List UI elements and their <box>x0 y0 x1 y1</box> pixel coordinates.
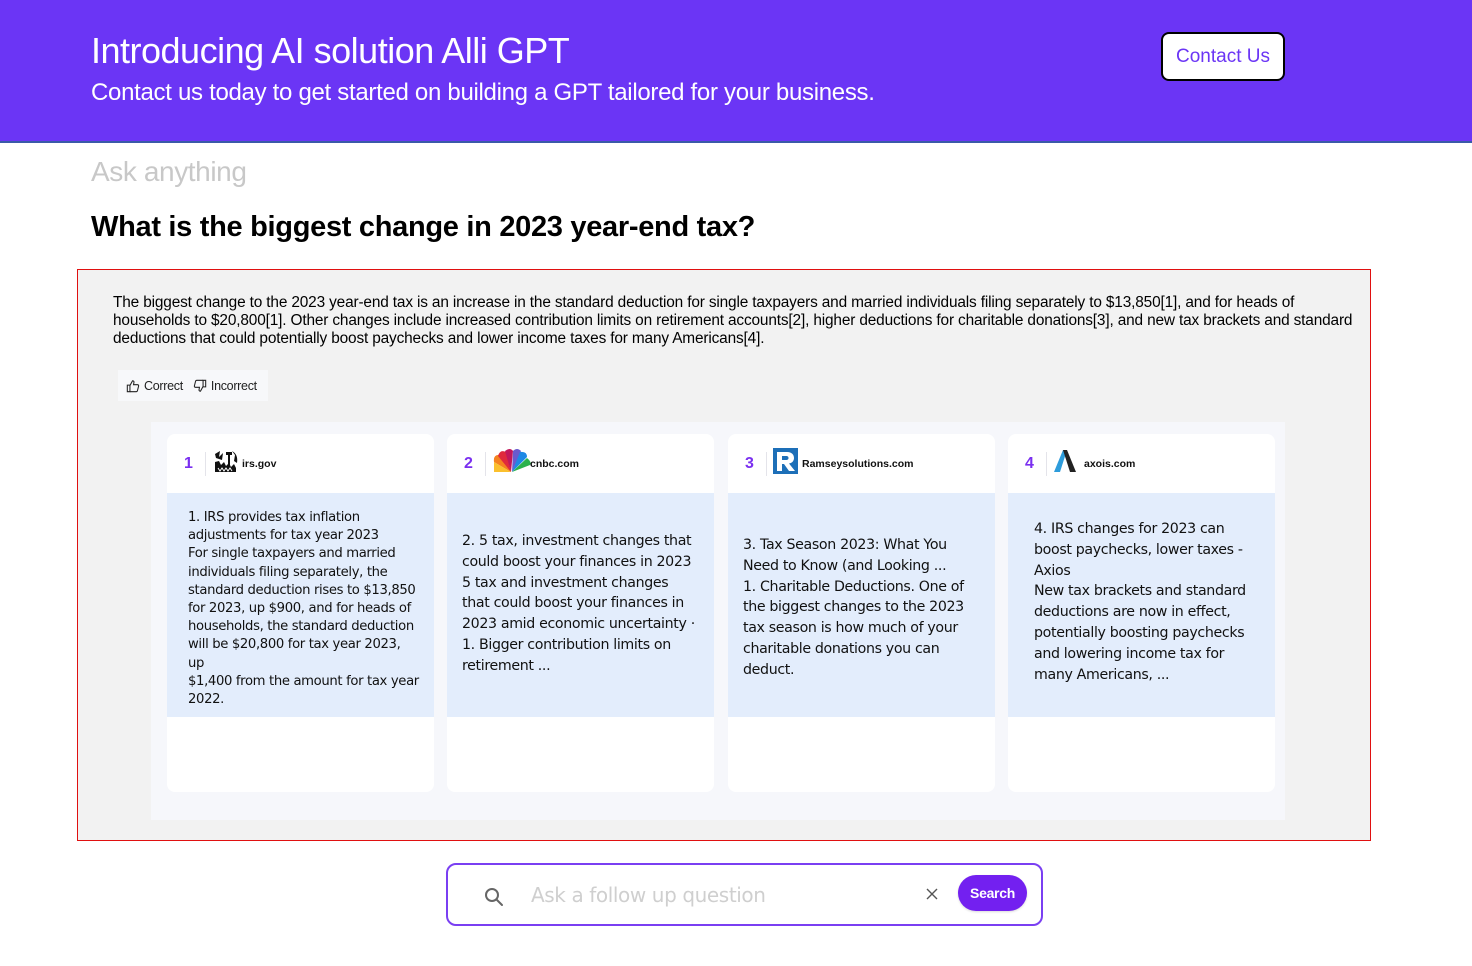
incorrect-button[interactable]: Incorrect <box>193 379 257 393</box>
source-snippet: 2. 5 tax, investment changes that could … <box>462 533 695 674</box>
thumbs-down-icon <box>193 379 207 392</box>
sources-strip: 1 irs.gov 1. IRS provides tax inflation … <box>151 422 1285 820</box>
source-card-header: 3 Ramseysolutions.com <box>728 434 995 493</box>
ask-anything-label: Ask anything <box>91 156 247 187</box>
source-domain: cnbc.com <box>530 457 580 470</box>
question-heading: What is the biggest change in 2023 year-… <box>91 211 756 243</box>
source-number: 3 <box>745 454 754 472</box>
source-snippet-box: 1. IRS provides tax inflation adjustment… <box>167 493 434 717</box>
banner-subtitle: Contact us today to get started on build… <box>91 79 875 106</box>
source-domain: Ramseysolutions.com <box>802 457 914 470</box>
ramsey-r-logo-icon <box>773 448 798 479</box>
followup-question-input[interactable] <box>531 877 911 913</box>
clear-button[interactable] <box>922 883 942 905</box>
divider <box>766 451 767 476</box>
source-card[interactable]: 4 axois.com 4. IRS changes for 2023 can … <box>1008 434 1275 792</box>
source-snippet-box: 3. Tax Season 2023: What You Need to Kno… <box>728 493 995 717</box>
cnbc-peacock-logo-icon <box>492 448 532 479</box>
source-card[interactable]: 1 irs.gov 1. IRS provides tax inflation … <box>167 434 434 792</box>
source-number: 1 <box>184 454 193 472</box>
banner-title: Introducing AI solution Alli GPT <box>91 30 570 71</box>
axios-logo-icon <box>1053 448 1077 479</box>
source-card-header: 4 axois.com <box>1008 434 1275 493</box>
search-icon <box>485 888 503 906</box>
answer-panel: The biggest change to the 2023 year-end … <box>77 269 1371 841</box>
source-card-header: 1 irs.gov <box>167 434 434 493</box>
source-number: 2 <box>464 454 473 472</box>
correct-label: Correct <box>144 378 183 393</box>
followup-search-bar: Search <box>446 863 1043 926</box>
close-icon <box>926 888 938 900</box>
source-card[interactable]: 3 Ramseysolutions.com 3. Tax Season 2023… <box>728 434 995 792</box>
incorrect-label: Incorrect <box>210 378 257 393</box>
divider <box>205 451 206 476</box>
divider <box>485 451 486 476</box>
thumbs-up-icon <box>126 379 140 392</box>
divider <box>1046 451 1047 476</box>
source-snippet: 4. IRS changes for 2023 can boost payche… <box>1034 521 1246 683</box>
answer-text: The biggest change to the 2023 year-end … <box>113 294 1353 347</box>
source-number: 4 <box>1025 454 1034 472</box>
correct-button[interactable]: Correct <box>126 379 183 393</box>
source-domain: axois.com <box>1084 457 1136 470</box>
promo-banner: Introducing AI solution Alli GPT Contact… <box>0 0 1472 143</box>
feedback-bar: Correct Incorrect <box>118 370 268 401</box>
source-snippet-box: 2. 5 tax, investment changes that could … <box>447 493 714 717</box>
source-domain: irs.gov <box>242 457 277 470</box>
source-card[interactable]: 2 cnbc.com 2. 5 tax, investment changes … <box>447 434 714 792</box>
contact-us-button[interactable]: Contact Us <box>1161 32 1285 81</box>
source-snippet: 3. Tax Season 2023: What You Need to Kno… <box>743 537 964 678</box>
source-card-header: 2 cnbc.com <box>447 434 714 493</box>
source-snippet-box: 4. IRS changes for 2023 can boost payche… <box>1008 493 1275 717</box>
irs-eagle-logo-icon <box>212 448 240 479</box>
source-snippet: 1. IRS provides tax inflation adjustment… <box>188 510 419 708</box>
search-button[interactable]: Search <box>958 875 1027 911</box>
